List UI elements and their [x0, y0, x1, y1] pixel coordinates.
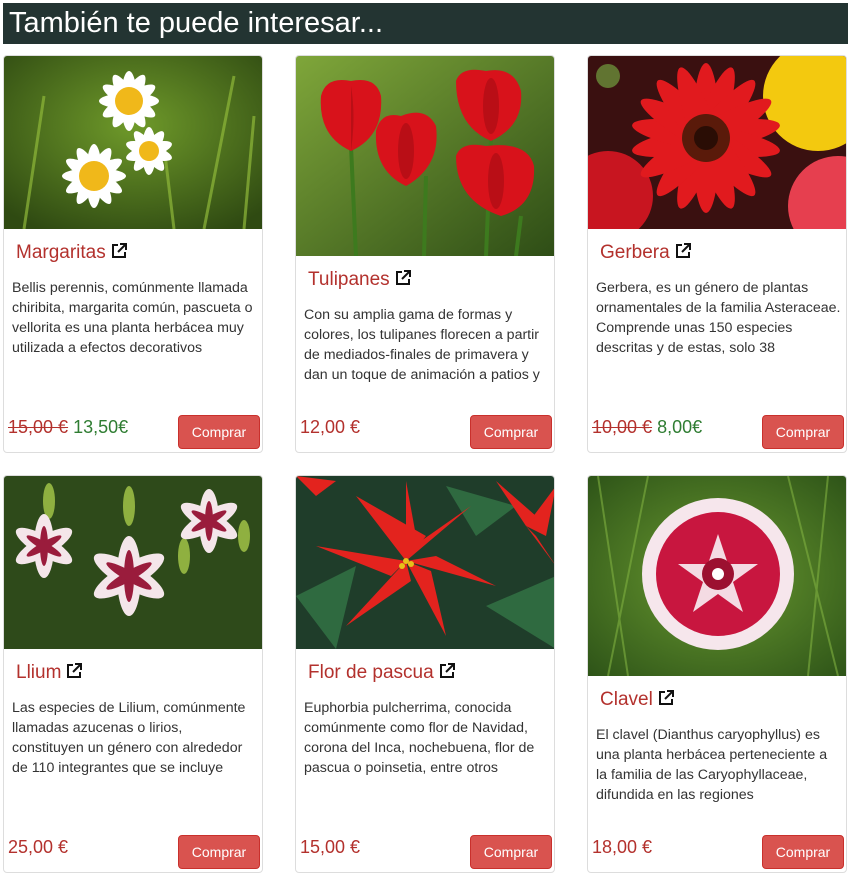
- price-block: 15,00 € 13,50€: [8, 417, 128, 438]
- product-name[interactable]: Gerbera: [600, 242, 670, 263]
- price-block: 15,00 €: [300, 837, 360, 858]
- product-image-clavel[interactable]: [588, 476, 846, 676]
- product-name[interactable]: Clavel: [600, 689, 653, 710]
- product-description: Gerbera, es un género de plantas ornamen…: [596, 280, 841, 356]
- product-image-llium[interactable]: [4, 476, 262, 649]
- product-card-gerbera: Gerbera Gerbera, es un género de plantas…: [587, 55, 847, 453]
- section-title: También te puede interesar...: [9, 7, 384, 39]
- product-title-link[interactable]: Clavel: [600, 689, 675, 713]
- external-link-icon: [394, 269, 412, 293]
- buy-button[interactable]: Comprar: [178, 415, 260, 449]
- product-name[interactable]: Margaritas: [16, 242, 106, 263]
- old-price: 10,00 €: [592, 417, 653, 437]
- product-description: Euphorbia pulcherrima, conocida comúnmen…: [304, 700, 535, 776]
- product-card-llium: Llium Las especies de Lilium, comúnmente…: [3, 475, 263, 873]
- price: 12,00 €: [300, 417, 361, 437]
- product-image-gerbera[interactable]: [588, 56, 846, 229]
- price-block: 10,00 € 8,00€: [592, 417, 702, 438]
- product-description: Con su amplia gama de formas y colores, …: [304, 307, 540, 383]
- buy-button[interactable]: Comprar: [762, 835, 844, 869]
- price: 15,00 €: [300, 837, 361, 857]
- product-title-link[interactable]: Gerbera: [600, 242, 692, 266]
- sale-price: 13,50€: [73, 417, 129, 437]
- price-block: 18,00 €: [592, 837, 652, 858]
- buy-button[interactable]: Comprar: [470, 415, 552, 449]
- product-card-clavel: Clavel El clavel (Dianthus caryophyllus)…: [587, 475, 847, 873]
- section-header: También te puede interesar...: [3, 3, 848, 44]
- product-image-flor-de-pascua[interactable]: [296, 476, 554, 649]
- product-card-tulipanes: Tulipanes Con su amplia gama de formas y…: [295, 55, 555, 453]
- old-price: 15,00 €: [8, 417, 69, 437]
- product-image-tulipanes[interactable]: [296, 56, 554, 256]
- product-description: El clavel (Dianthus caryophyllus) es una…: [596, 727, 828, 803]
- product-card-flor-de-pascua: Flor de pascua Euphorbia pulcherrima, co…: [295, 475, 555, 873]
- price: 25,00 €: [8, 837, 69, 857]
- product-card-margaritas: Margaritas Bellis perennis, comúnmente l…: [3, 55, 263, 453]
- external-link-icon: [110, 242, 128, 266]
- buy-button[interactable]: Comprar: [470, 835, 552, 869]
- product-name[interactable]: Flor de pascua: [308, 662, 434, 683]
- buy-button[interactable]: Comprar: [178, 835, 260, 869]
- product-image-margaritas[interactable]: [4, 56, 262, 229]
- product-name[interactable]: Tulipanes: [308, 269, 390, 290]
- product-title-link[interactable]: Tulipanes: [308, 269, 412, 293]
- external-link-icon: [674, 242, 692, 266]
- price-block: 25,00 €: [8, 837, 68, 858]
- product-title-link[interactable]: Flor de pascua: [308, 662, 456, 686]
- external-link-icon: [438, 662, 456, 686]
- price: 18,00 €: [592, 837, 653, 857]
- buy-button[interactable]: Comprar: [762, 415, 844, 449]
- product-description: Bellis perennis, comúnmente llamada chir…: [12, 280, 253, 356]
- product-description: Las especies de Lilium, comúnmente llama…: [12, 700, 246, 776]
- sale-price: 8,00€: [657, 417, 703, 437]
- product-title-link[interactable]: Llium: [16, 662, 83, 686]
- product-title-link[interactable]: Margaritas: [16, 242, 128, 266]
- external-link-icon: [65, 662, 83, 686]
- external-link-icon: [657, 689, 675, 713]
- price-block: 12,00 €: [300, 417, 360, 438]
- product-name[interactable]: Llium: [16, 662, 61, 683]
